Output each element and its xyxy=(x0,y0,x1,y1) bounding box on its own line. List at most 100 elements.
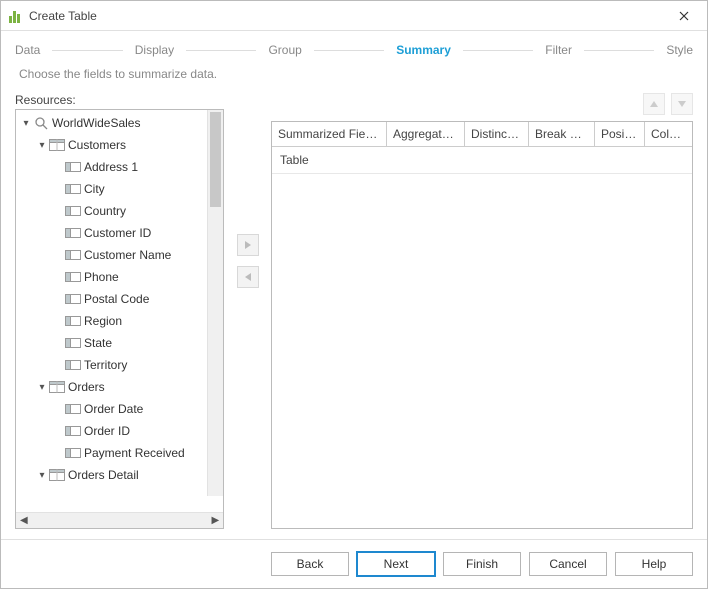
arrow-down-icon xyxy=(677,99,687,109)
remove-field-button[interactable] xyxy=(237,266,259,288)
tree-field-city[interactable]: City xyxy=(20,178,205,200)
back-button[interactable]: Back xyxy=(271,552,349,576)
tree-node-label: WorldWideSales xyxy=(52,116,140,130)
field-icon xyxy=(64,424,82,438)
tree-field-phone[interactable]: Phone xyxy=(20,266,205,288)
add-field-button[interactable] xyxy=(237,234,259,256)
create-table-dialog: Create Table Data Display Group Summary … xyxy=(0,0,708,589)
scrollbar-thumb[interactable] xyxy=(210,112,221,207)
wizard-subtitle: Choose the fields to summarize data. xyxy=(1,63,707,93)
grid-col-column[interactable]: Column xyxy=(645,122,692,146)
tree-field-region[interactable]: Region xyxy=(20,310,205,332)
scroll-left-icon[interactable]: ◀ xyxy=(20,515,28,526)
grid-body: Table xyxy=(272,147,692,174)
grid-col-distinct-on[interactable]: Distinct On xyxy=(465,122,529,146)
field-icon xyxy=(64,292,82,306)
tree-field-country[interactable]: Country xyxy=(20,200,205,222)
tree-node-label: Customers xyxy=(68,138,126,152)
close-icon xyxy=(679,11,689,21)
move-down-button[interactable] xyxy=(671,93,693,115)
tree-node-label: Orders xyxy=(68,380,105,394)
tree-twisty-icon: ▾ xyxy=(36,382,48,393)
tree-node-label: State xyxy=(84,336,112,350)
resources-tree-container: ▾ WorldWideSales ▾ Customers Address 1 City Co… xyxy=(15,109,224,529)
tree-table-customers[interactable]: ▾ Customers xyxy=(20,134,205,156)
field-icon xyxy=(64,358,82,372)
horizontal-scrollbar[interactable]: ◀ ▶ xyxy=(16,512,223,528)
field-icon xyxy=(64,226,82,240)
tree-field-territory[interactable]: Territory xyxy=(20,354,205,376)
finish-button[interactable]: Finish xyxy=(443,552,521,576)
tree-node-label: Phone xyxy=(84,270,119,284)
tree-node-label: Region xyxy=(84,314,122,328)
datasource-icon xyxy=(32,116,50,130)
step-group[interactable]: Group xyxy=(268,43,301,57)
field-icon xyxy=(64,160,82,174)
reorder-buttons xyxy=(271,93,693,119)
tree-node-label: Country xyxy=(84,204,126,218)
table-row[interactable]: Table xyxy=(272,147,692,174)
transfer-buttons xyxy=(234,93,261,529)
table-icon xyxy=(48,380,66,394)
tree-field-customer-name[interactable]: Customer Name xyxy=(20,244,205,266)
titlebar: Create Table xyxy=(1,1,707,31)
grid-col-aggregate-f-[interactable]: Aggregate F… xyxy=(387,122,465,146)
field-icon xyxy=(64,446,82,460)
close-button[interactable] xyxy=(669,1,699,31)
tree-root[interactable]: ▾ WorldWideSales xyxy=(20,112,205,134)
field-icon xyxy=(64,270,82,284)
field-icon xyxy=(64,314,82,328)
tree-node-label: Order Date xyxy=(84,402,143,416)
tree-node-label: Order ID xyxy=(84,424,130,438)
tree-node-label: Customer Name xyxy=(84,248,171,262)
tree-node-label: Address 1 xyxy=(84,160,138,174)
tree-field-address-1[interactable]: Address 1 xyxy=(20,156,205,178)
app-icon xyxy=(9,9,23,23)
move-up-button[interactable] xyxy=(643,93,665,115)
content-area: Resources: ▾ WorldWideSales ▾ Customers Addr… xyxy=(1,93,707,540)
tree-node-label: Payment Received xyxy=(84,446,185,460)
scroll-right-icon[interactable]: ▶ xyxy=(211,515,219,526)
grid-col-break-field[interactable]: Break Field xyxy=(529,122,595,146)
wizard-steps: Data Display Group Summary Filter Style xyxy=(1,31,707,63)
tree-scroll-area: ▾ WorldWideSales ▾ Customers Address 1 City Co… xyxy=(16,110,223,512)
tree-table-orders-detail[interactable]: ▾Orders Detail xyxy=(20,464,205,486)
tree-field-order-date[interactable]: Order Date xyxy=(20,398,205,420)
field-icon xyxy=(64,336,82,350)
grid-col-summarized-fields[interactable]: Summarized Fields xyxy=(272,122,387,146)
step-data[interactable]: Data xyxy=(15,43,40,57)
tree-field-customer-id[interactable]: Customer ID xyxy=(20,222,205,244)
tree-field-payment-received[interactable]: Payment Received xyxy=(20,442,205,464)
step-display[interactable]: Display xyxy=(135,43,174,57)
grid-header: Summarized FieldsAggregate F…Distinct On… xyxy=(272,122,692,147)
tree-field-order-id[interactable]: Order ID xyxy=(20,420,205,442)
tree-twisty-icon: ▾ xyxy=(36,140,48,151)
resources-panel: Resources: ▾ WorldWideSales ▾ Customers Addr… xyxy=(15,93,224,529)
arrow-right-icon xyxy=(243,240,253,250)
arrow-up-icon xyxy=(649,99,659,109)
tree-node-label: City xyxy=(84,182,105,196)
field-icon xyxy=(64,402,82,416)
vertical-scrollbar[interactable] xyxy=(207,110,223,496)
tree-node-label: Orders Detail xyxy=(68,468,139,482)
tree-twisty-icon: ▾ xyxy=(20,118,32,129)
step-style[interactable]: Style xyxy=(666,43,693,57)
dialog-footer: Back Next Finish Cancel Help xyxy=(1,540,707,588)
tree-table-orders[interactable]: ▾ Orders xyxy=(20,376,205,398)
resources-tree[interactable]: ▾ WorldWideSales ▾ Customers Address 1 City Co… xyxy=(16,110,223,486)
table-icon xyxy=(48,138,66,152)
field-icon xyxy=(64,204,82,218)
field-icon xyxy=(64,182,82,196)
tree-field-postal-code[interactable]: Postal Code xyxy=(20,288,205,310)
grid-col-position[interactable]: Position xyxy=(595,122,645,146)
step-summary[interactable]: Summary xyxy=(396,43,451,57)
tree-node-label: Territory xyxy=(84,358,127,372)
tree-field-state[interactable]: State xyxy=(20,332,205,354)
step-filter[interactable]: Filter xyxy=(545,43,572,57)
resources-label: Resources: xyxy=(15,93,224,107)
next-button[interactable]: Next xyxy=(357,552,435,576)
table-icon xyxy=(48,468,66,482)
summary-grid[interactable]: Summarized FieldsAggregate F…Distinct On… xyxy=(271,121,693,529)
help-button[interactable]: Help xyxy=(615,552,693,576)
cancel-button[interactable]: Cancel xyxy=(529,552,607,576)
